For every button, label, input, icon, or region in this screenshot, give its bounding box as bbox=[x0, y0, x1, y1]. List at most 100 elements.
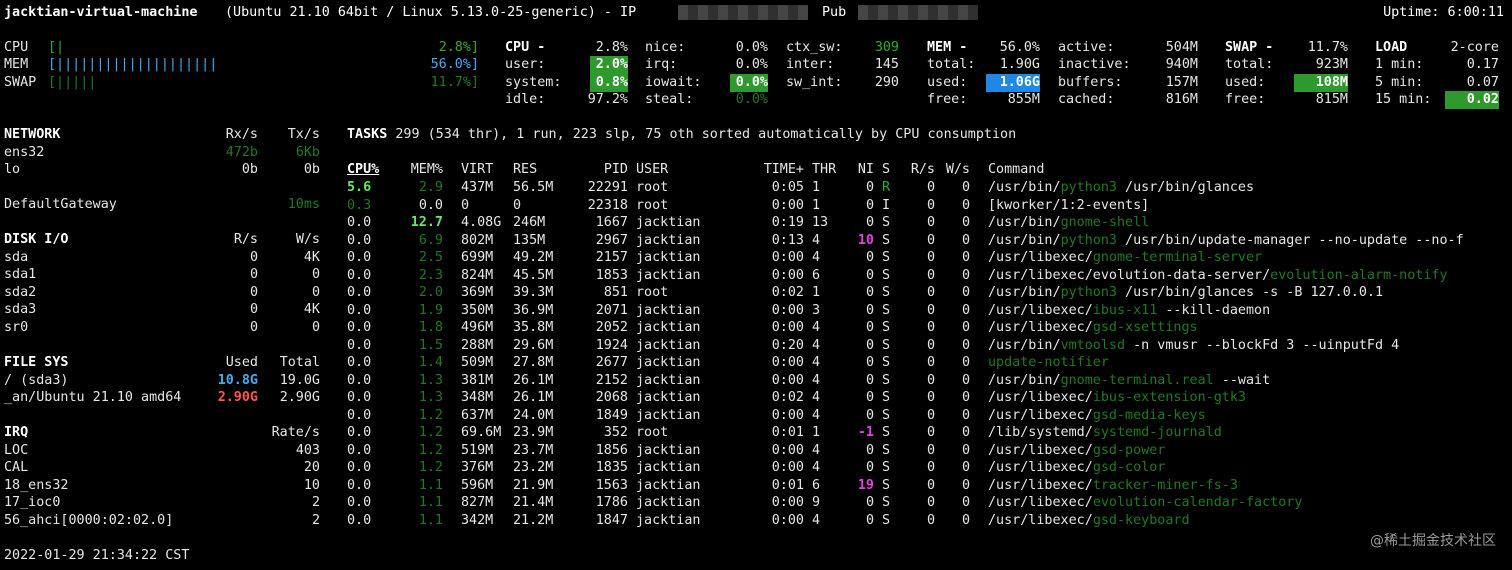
proc-cpu: 0.0 bbox=[347, 355, 372, 370]
col-rs[interactable]: R/s bbox=[911, 161, 935, 179]
proc-res: 23.7M bbox=[513, 442, 554, 458]
proc-ni: 0 bbox=[865, 390, 874, 405]
cpu-nice-label: nice: bbox=[645, 40, 686, 55]
col-mem[interactable]: MEM% bbox=[411, 161, 443, 179]
proc-thr: 9 bbox=[812, 495, 821, 510]
proc-time: 0:00 bbox=[771, 372, 804, 388]
proc-ni: 0 bbox=[865, 180, 874, 195]
proc-mem: 1.3 bbox=[418, 372, 443, 388]
proc-res: 21.4M bbox=[513, 495, 554, 510]
proc-ws: 0 bbox=[961, 495, 970, 510]
proc-pid: 2052 bbox=[595, 320, 628, 335]
fs-row-name: / (sda3) bbox=[4, 373, 69, 388]
fs-row-used: 10.8G bbox=[217, 373, 258, 388]
net-row-rx: 0b bbox=[241, 162, 258, 177]
load-5min: 0.07 bbox=[1466, 75, 1499, 90]
col-command[interactable]: Command bbox=[988, 161, 1044, 179]
proc-mem: 1.1 bbox=[418, 495, 443, 510]
fs-row-used: 2.90G bbox=[217, 390, 258, 405]
col-thr[interactable]: THR bbox=[812, 161, 836, 179]
mem-inactive-label: inactive: bbox=[1058, 57, 1131, 72]
proc-ws: 0 bbox=[961, 460, 970, 475]
col-virt[interactable]: VIRT bbox=[461, 161, 493, 179]
load-15min-label: 15 min: bbox=[1375, 92, 1432, 107]
proc-res: 23.9M bbox=[513, 425, 554, 440]
proc-command: /usr/libexec/tracker-miner-fs-3 bbox=[988, 477, 1238, 495]
proc-ni: 0 bbox=[865, 302, 874, 318]
proc-mem: 1.9 bbox=[418, 302, 443, 318]
proc-ni: 19 bbox=[857, 477, 874, 493]
proc-mem: 2.0 bbox=[418, 285, 443, 300]
proc-status: S bbox=[882, 285, 891, 300]
proc-time: 0:00 bbox=[771, 442, 804, 458]
fs-title: FILE SYS bbox=[4, 355, 69, 370]
disk-r-header: R/s bbox=[233, 232, 258, 247]
proc-command-name: tracker-miner-fs-3 bbox=[1092, 477, 1238, 493]
proc-command-name: gsd-keyboard bbox=[1092, 512, 1190, 528]
proc-time: 0:01 bbox=[771, 477, 804, 493]
irq-row-rate: 2 bbox=[311, 495, 320, 510]
proc-virt: 802M bbox=[461, 232, 494, 248]
cpu-title: CPU - bbox=[505, 40, 546, 55]
cpu-swint: 290 bbox=[874, 75, 899, 90]
proc-ws: 0 bbox=[961, 512, 970, 528]
proc-res: 36.9M bbox=[513, 302, 554, 318]
proc-rs: 0 bbox=[926, 250, 935, 265]
col-cpu[interactable]: CPU% bbox=[347, 161, 379, 179]
proc-res: 135M bbox=[513, 232, 546, 248]
proc-command-name: update-notifier bbox=[988, 355, 1109, 370]
proc-ws: 0 bbox=[961, 302, 970, 318]
mem-active-label: active: bbox=[1058, 40, 1115, 55]
irq-rate-header: Rate/s bbox=[271, 425, 320, 440]
proc-virt: 699M bbox=[461, 250, 494, 265]
proc-cpu: 0.0 bbox=[347, 302, 372, 318]
proc-command-path: /usr/bin/ bbox=[988, 180, 1061, 195]
proc-thr: 4 bbox=[812, 232, 821, 248]
proc-time: 0:00 bbox=[771, 512, 804, 528]
proc-status: S bbox=[882, 355, 891, 370]
proc-user: root bbox=[636, 197, 669, 213]
proc-user: jacktian bbox=[636, 302, 701, 318]
proc-command-args: /usr/bin/glances bbox=[1117, 180, 1255, 195]
cpu-ctx: 309 bbox=[874, 40, 899, 55]
proc-status: S bbox=[882, 512, 891, 528]
col-ws[interactable]: W/s bbox=[946, 161, 970, 179]
net-row-tx: 0b bbox=[303, 162, 320, 177]
proc-user: root bbox=[636, 180, 669, 195]
gateway-name: DefaultGateway bbox=[4, 197, 117, 212]
proc-thr: 13 bbox=[812, 215, 829, 230]
proc-command-path: /usr/libexec/ bbox=[988, 442, 1093, 458]
col-time[interactable]: TIME+ bbox=[764, 161, 804, 179]
ql-cpu-pct: 2.8%] bbox=[438, 40, 479, 55]
col-pid[interactable]: PID bbox=[604, 161, 628, 179]
proc-pid: 1853 bbox=[595, 267, 628, 283]
proc-mem: 1.2 bbox=[418, 407, 443, 423]
proc-command: /usr/libexec/evolution-calendar-factory bbox=[988, 494, 1302, 512]
proc-pid: 1856 bbox=[595, 442, 628, 458]
col-ni[interactable]: NI bbox=[858, 161, 874, 179]
ql-cpu-label: CPU bbox=[4, 40, 29, 55]
proc-rs: 0 bbox=[926, 425, 935, 440]
proc-rs: 0 bbox=[926, 302, 935, 318]
proc-user: root bbox=[636, 285, 669, 300]
proc-command-name: python3 bbox=[1060, 180, 1117, 195]
col-user[interactable]: USER bbox=[636, 161, 668, 179]
disk-row-w: 0 bbox=[311, 285, 320, 300]
proc-command: /usr/bin/python3 /usr/bin/update-manager… bbox=[988, 232, 1464, 250]
proc-command-name: python3 bbox=[1060, 232, 1117, 248]
proc-virt: 496M bbox=[461, 320, 494, 335]
cpu-iowait-label: iowait: bbox=[645, 75, 702, 90]
proc-virt: 376M bbox=[461, 460, 494, 475]
proc-pid: 1847 bbox=[595, 512, 628, 528]
ql-swap-pct: 11.7%] bbox=[430, 75, 479, 90]
proc-command-path: /usr/bin/ bbox=[988, 372, 1061, 388]
mem-free-label: free: bbox=[927, 92, 968, 107]
col-status[interactable]: S bbox=[882, 161, 890, 179]
proc-rs: 0 bbox=[926, 232, 935, 248]
ql-cpu-bar: [| bbox=[48, 40, 65, 55]
proc-ws: 0 bbox=[961, 372, 970, 388]
proc-mem: 1.2 bbox=[418, 442, 443, 458]
proc-cpu: 0.0 bbox=[347, 232, 372, 248]
fs-total-header: Total bbox=[279, 355, 320, 370]
col-res[interactable]: RES bbox=[513, 161, 537, 179]
